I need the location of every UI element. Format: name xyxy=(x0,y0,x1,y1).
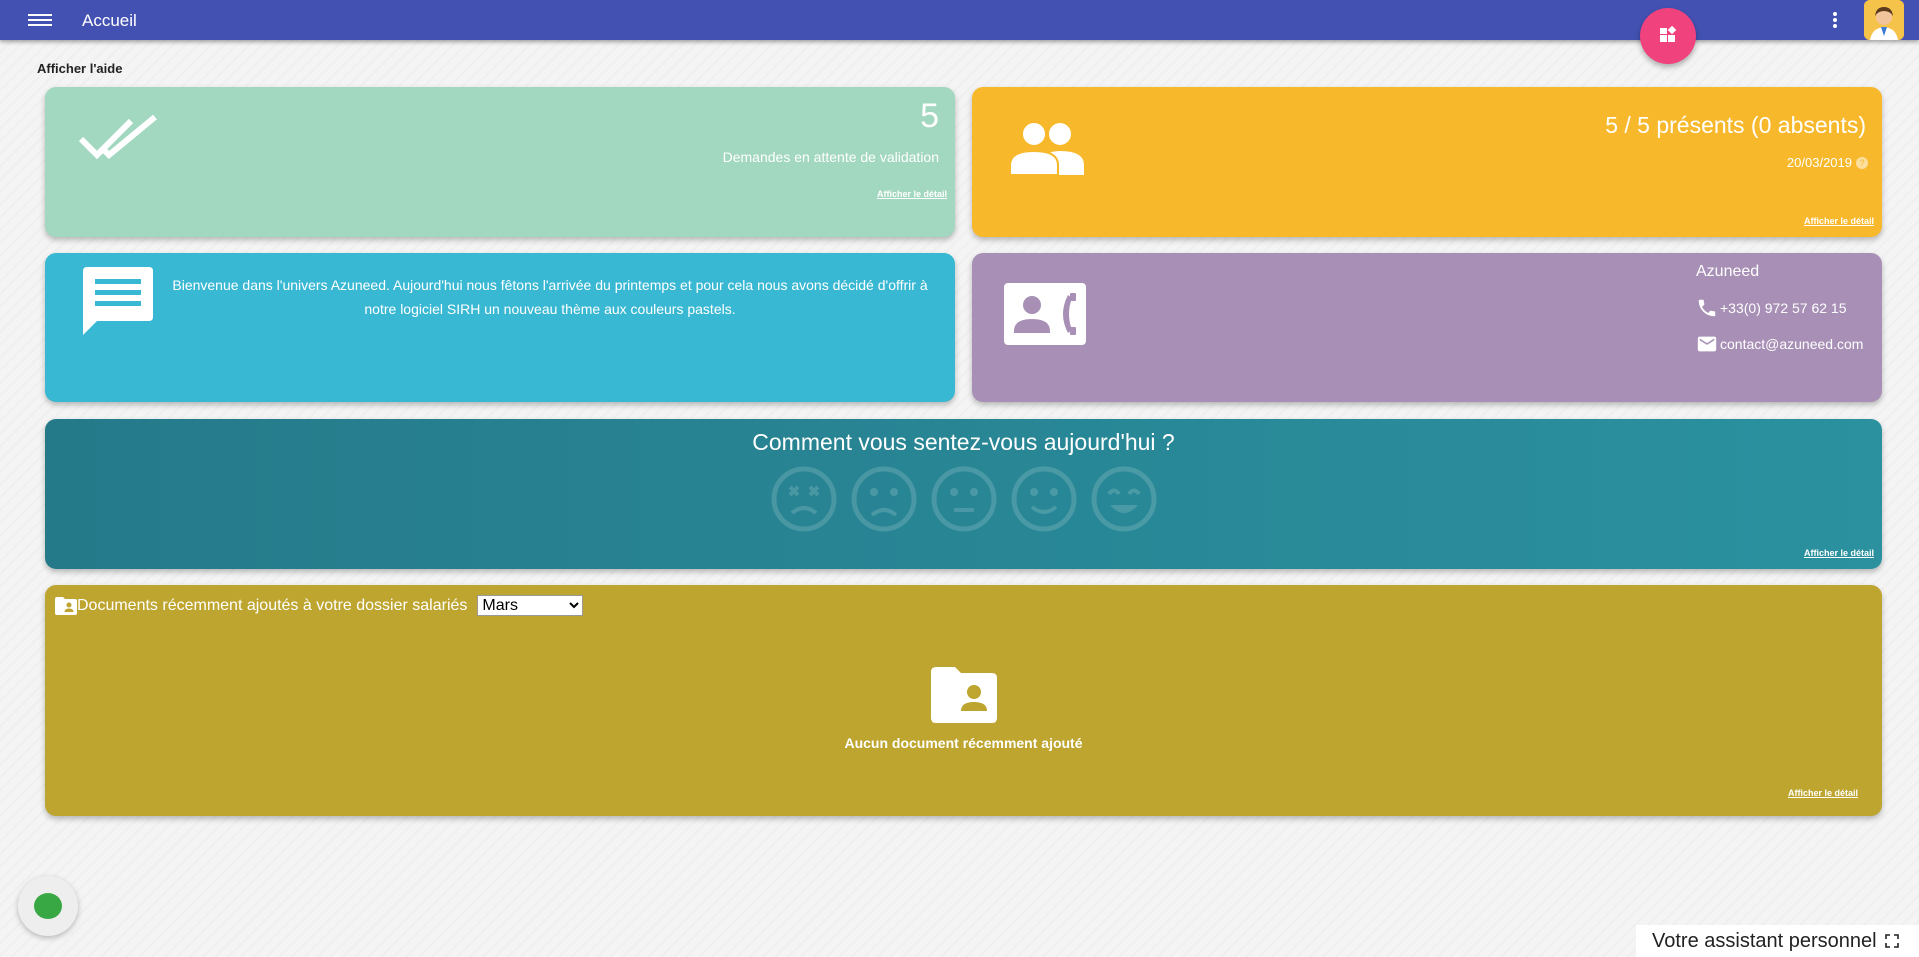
contact-email[interactable]: contact@azuneed.com xyxy=(1720,336,1863,352)
top-app-bar: Accueil xyxy=(0,0,1919,40)
month-select[interactable]: Mars xyxy=(477,595,584,616)
mood-card: Comment vous sentez-vous aujourd'hui ? A… xyxy=(45,419,1882,569)
assistant-label: Votre assistant personnel xyxy=(1652,929,1877,952)
double-check-icon xyxy=(79,115,157,160)
chat-launcher-button[interactable] xyxy=(18,876,78,936)
presence-date-row: 20/03/2019 ? xyxy=(1787,155,1868,170)
hamburger-menu-icon[interactable] xyxy=(28,11,52,29)
welcome-message: Bienvenue dans l'univers Azuneed. Aujour… xyxy=(172,277,928,317)
mood-question: Comment vous sentez-vous aujourd'hui ? xyxy=(752,429,1175,455)
sad-face-icon[interactable] xyxy=(850,465,918,533)
contact-company-name: Azuneed xyxy=(1696,263,1760,280)
help-circle-icon[interactable]: ? xyxy=(1856,156,1868,169)
presence-date: 20/03/2019 xyxy=(1786,155,1852,170)
user-avatar[interactable] xyxy=(1864,0,1904,40)
chat-icon xyxy=(34,893,62,919)
very-bad-face-icon[interactable] xyxy=(770,465,838,533)
message-icon xyxy=(83,267,153,335)
expand-icon[interactable] xyxy=(1884,934,1899,948)
contact-phone-icon xyxy=(1004,283,1086,345)
pending-label: Demandes en attente de validation xyxy=(722,149,939,165)
presence-card[interactable]: 5 / 5 présents (0 absents) 20/03/2019 ? … xyxy=(972,87,1882,237)
recent-documents-card: Documents récemment ajoutés à votre doss… xyxy=(45,585,1882,816)
validation-detail-link[interactable]: Afficher le détail xyxy=(877,189,947,199)
contact-phone[interactable]: +33(0) 972 57 62 15 xyxy=(1720,300,1847,316)
widgets-fab-button[interactable] xyxy=(1640,8,1696,64)
contact-email-row: contact@azuneed.com xyxy=(1696,333,1863,355)
folder-person-icon xyxy=(55,596,77,615)
smile-face-icon[interactable] xyxy=(1010,465,1078,533)
email-icon xyxy=(1697,336,1717,352)
documents-detail-link[interactable]: Afficher le détail xyxy=(1788,788,1858,798)
mood-detail-link[interactable]: Afficher le détail xyxy=(1804,548,1874,558)
presence-detail-link[interactable]: Afficher le détail xyxy=(1804,216,1874,226)
contact-phone-row: +33(0) 972 57 62 15 xyxy=(1696,297,1847,319)
show-help-link[interactable]: Afficher l'aide xyxy=(37,61,122,76)
widgets-icon xyxy=(1660,26,1677,42)
pending-validation-card[interactable]: 5 Demandes en attente de validation Affi… xyxy=(45,87,955,237)
very-happy-face-icon[interactable] xyxy=(1090,465,1158,533)
empty-folder-person-icon xyxy=(931,667,997,723)
documents-title: Documents récemment ajoutés à votre doss… xyxy=(77,596,468,614)
contact-card: Azuneed +33(0) 972 57 62 15 contact@azun… xyxy=(972,253,1882,402)
personal-assistant-bar[interactable]: Votre assistant personnel xyxy=(1636,925,1919,957)
people-icon xyxy=(1009,121,1084,175)
phone-icon xyxy=(1698,299,1716,317)
welcome-message-card: Bienvenue dans l'univers Azuneed. Aujour… xyxy=(45,253,955,402)
page-title: Accueil xyxy=(82,11,137,30)
more-options-icon[interactable] xyxy=(1832,12,1838,30)
presence-summary: 5 / 5 présents (0 absents) xyxy=(1605,112,1866,138)
documents-header: Documents récemment ajoutés à votre doss… xyxy=(55,595,584,616)
no-documents-message: Aucun document récemment ajouté xyxy=(844,735,1083,751)
mood-faces-row xyxy=(770,465,1158,533)
pending-count: 5 xyxy=(920,97,939,135)
neutral-face-icon[interactable] xyxy=(930,465,998,533)
